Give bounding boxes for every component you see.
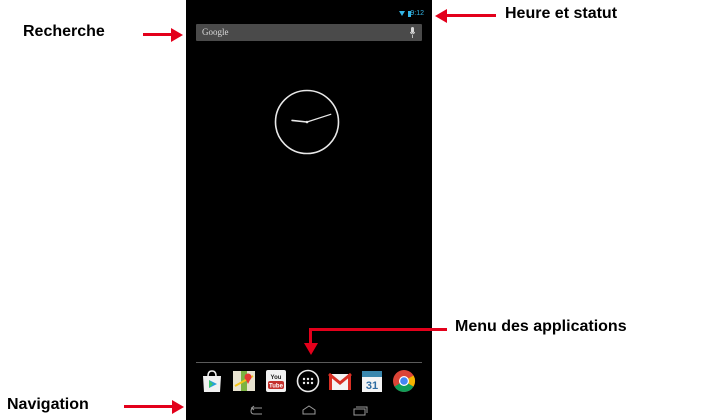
back-icon[interactable] (248, 404, 268, 418)
svg-text:Tube: Tube (269, 384, 284, 390)
recent-apps-icon[interactable] (350, 404, 370, 418)
annotated-screenshot: 9:12 Google You Tube 31 Recherche Heure … (0, 0, 704, 420)
navigation-bar (186, 402, 432, 420)
app-menu-annotation-arrow (309, 328, 447, 331)
wifi-icon (399, 11, 405, 16)
minute-hand (306, 113, 332, 123)
navigation-annotation-arrow (124, 405, 174, 408)
navigation-annotation-arrowhead (172, 400, 184, 414)
mic-icon[interactable] (410, 27, 415, 38)
search-annotation-arrowhead (171, 28, 183, 42)
search-annotation-arrow (143, 33, 173, 36)
phone-screen: 9:12 Google You Tube 31 (186, 0, 432, 420)
status-annotation-label: Heure et statut (505, 5, 618, 22)
status-bar: 9:12 (186, 10, 432, 22)
maps-icon[interactable] (231, 368, 257, 394)
svg-text:31: 31 (366, 380, 378, 392)
status-time: 9:12 (410, 10, 424, 17)
app-menu-annotation-label: Menu des applications (455, 318, 627, 335)
gmail-icon[interactable] (327, 368, 353, 394)
navigation-annotation-label: Navigation (7, 396, 89, 413)
svg-text:You: You (271, 375, 282, 381)
search-text: Google (202, 27, 229, 37)
status-annotation-arrow (446, 14, 496, 17)
play-store-icon[interactable] (199, 368, 225, 394)
hour-hand (291, 119, 308, 123)
search-bar[interactable]: Google (196, 24, 422, 41)
youtube-icon[interactable]: You Tube (263, 368, 289, 394)
search-annotation-label: Recherche (23, 23, 105, 40)
favorites-dock: You Tube 31 (196, 366, 422, 396)
chrome-icon[interactable] (391, 368, 417, 394)
analog-clock-widget[interactable] (274, 89, 340, 155)
calendar-icon[interactable]: 31 (359, 368, 385, 394)
app-menu-annotation-arrowhead (304, 343, 318, 355)
dock-divider (196, 362, 422, 363)
home-icon[interactable] (299, 404, 319, 418)
app-drawer-icon[interactable] (295, 368, 321, 394)
